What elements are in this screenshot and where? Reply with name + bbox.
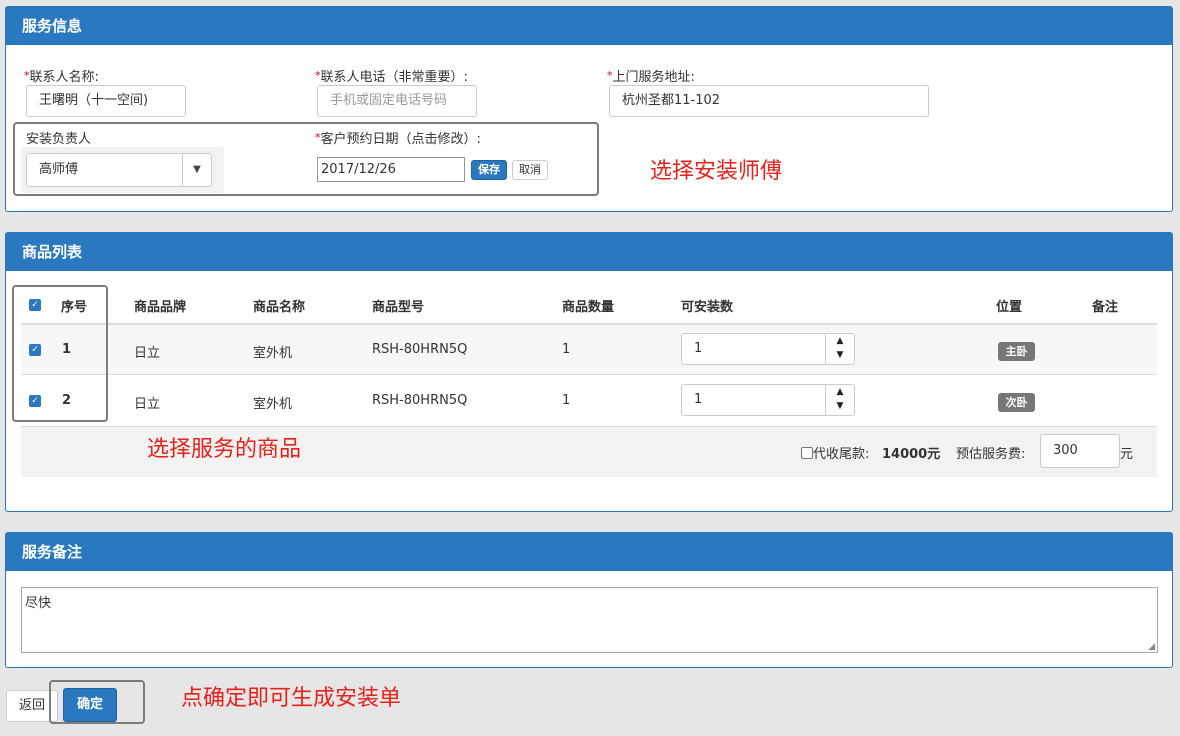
column-header-location: 位置 bbox=[996, 300, 1023, 315]
resize-handle-icon[interactable]: ◢ bbox=[1148, 642, 1155, 652]
contact-name-input[interactable]: 王曙明（十一空间) bbox=[26, 85, 186, 117]
service-info-panel: 服务信息 *联系人名称: 王曙明（十一空间) *联系人电话（非常重要）: 手机或… bbox=[5, 6, 1173, 212]
contact-phone-input[interactable]: 手机或固定电话号码 bbox=[317, 85, 477, 117]
row-name: 室外机 bbox=[253, 346, 293, 361]
service-info-title: 服务信息 bbox=[6, 7, 1172, 45]
row-quantity: 1 bbox=[562, 393, 571, 408]
table-row bbox=[21, 375, 1157, 425]
highlight-box-products bbox=[12, 285, 108, 422]
annotation-confirm: 点确定即可生成安装单 bbox=[181, 686, 402, 711]
cod-label: 代收尾款: bbox=[813, 447, 870, 462]
installable-value: 1 bbox=[694, 341, 703, 356]
cod-amount: 14000元 bbox=[882, 447, 941, 462]
stepper-arrows-icon[interactable]: ▲ ▼ bbox=[825, 334, 854, 364]
installable-value: 1 bbox=[694, 392, 703, 407]
location-badge: 主卧 bbox=[998, 342, 1035, 361]
column-header-quantity: 商品数量 bbox=[562, 300, 615, 315]
cod-checkbox[interactable] bbox=[801, 447, 813, 459]
table-row bbox=[21, 325, 1157, 375]
column-header-note: 备注 bbox=[1092, 300, 1119, 315]
contact-name-label: *联系人名称: bbox=[24, 69, 99, 85]
row-model: RSH-80HRN5Q bbox=[372, 393, 468, 408]
fee-unit: 元 bbox=[1120, 447, 1134, 462]
products-panel: 商品列表 ✓ 序号 商品品牌 商品名称 商品型号 商品数量 可安装数 位置 备注… bbox=[5, 232, 1173, 512]
column-header-name: 商品名称 bbox=[253, 300, 306, 315]
row-brand: 日立 bbox=[134, 346, 161, 361]
address-input[interactable]: 杭州圣都11-102 bbox=[609, 85, 929, 117]
row-name: 室外机 bbox=[253, 397, 293, 412]
installable-stepper[interactable]: 1 ▲ ▼ bbox=[681, 384, 855, 416]
fee-input[interactable]: 300 bbox=[1040, 434, 1120, 468]
column-header-brand: 商品品牌 bbox=[134, 300, 187, 315]
highlight-box-installer bbox=[13, 122, 599, 196]
column-header-installable: 可安装数 bbox=[681, 300, 734, 315]
row-brand: 日立 bbox=[134, 397, 161, 412]
contact-phone-label: *联系人电话（非常重要）: bbox=[315, 69, 468, 85]
row-model: RSH-80HRN5Q bbox=[372, 342, 468, 357]
row-quantity: 1 bbox=[562, 342, 571, 357]
installable-stepper[interactable]: 1 ▲ ▼ bbox=[681, 333, 855, 365]
stepper-arrows-icon[interactable]: ▲ ▼ bbox=[825, 385, 854, 415]
annotation-select-installer: 选择安装师傅 bbox=[650, 159, 783, 184]
fee-label: 预估服务费: bbox=[956, 447, 1026, 462]
remarks-textarea[interactable]: 尽快 ◢ bbox=[21, 587, 1158, 653]
address-label: *上门服务地址: bbox=[607, 69, 695, 85]
remarks-panel: 服务备注 尽快 ◢ bbox=[5, 532, 1173, 668]
column-header-model: 商品型号 bbox=[372, 300, 425, 315]
remarks-title: 服务备注 bbox=[6, 533, 1172, 571]
annotation-select-products: 选择服务的商品 bbox=[147, 437, 302, 462]
products-title: 商品列表 bbox=[6, 233, 1172, 271]
location-badge: 次卧 bbox=[998, 393, 1035, 412]
remarks-text: 尽快 bbox=[25, 596, 52, 611]
highlight-box-confirm bbox=[49, 680, 145, 724]
